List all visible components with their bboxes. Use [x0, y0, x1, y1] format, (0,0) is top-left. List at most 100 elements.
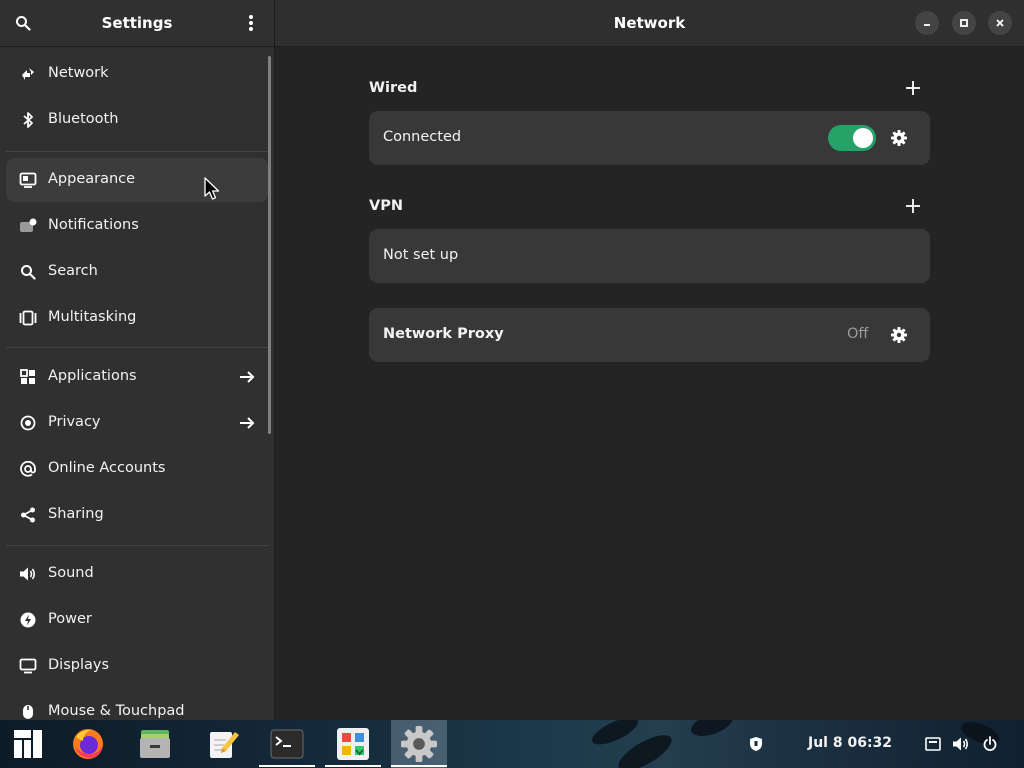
- network-proxy-status: Off: [847, 326, 869, 342]
- sidebar-item-label: Notifications: [48, 217, 139, 233]
- text-editor-launcher[interactable]: [196, 720, 252, 768]
- sidebar-item-online-accounts[interactable]: Online Accounts: [6, 447, 268, 491]
- wallpaper-shape: [588, 720, 642, 750]
- power-off-icon: [983, 736, 997, 751]
- files-launcher[interactable]: [127, 720, 183, 768]
- proxy-settings-button[interactable]: [888, 324, 910, 346]
- network-proxy-row[interactable]: Network Proxy Off: [369, 308, 930, 362]
- sidebar-header: Settings: [0, 0, 274, 47]
- sidebar-item-label: Search: [48, 263, 98, 279]
- maximize-icon: [960, 19, 968, 27]
- firefox-launcher[interactable]: [60, 720, 116, 768]
- sidebar-item-label: Mouse & Touchpad: [48, 703, 185, 719]
- sidebar-divider: [6, 151, 268, 152]
- sidebar-scrollbar[interactable]: [268, 56, 271, 434]
- vpn-row: Not set up: [369, 229, 930, 283]
- sidebar-item-search[interactable]: Search: [6, 250, 268, 294]
- sidebar-item-label: Power: [48, 611, 92, 627]
- network-tray-button[interactable]: [924, 735, 942, 753]
- add-vpn-button[interactable]: [901, 194, 925, 218]
- notifications-icon: [18, 216, 38, 236]
- taskbar: Jul 8 06:32: [0, 720, 1024, 768]
- bluetooth-icon: [18, 110, 38, 130]
- terminal-launcher[interactable]: [259, 720, 315, 768]
- sidebar-item-notifications[interactable]: Notifications: [6, 204, 268, 248]
- minimize-icon: [924, 24, 930, 26]
- network-icon: [18, 64, 38, 84]
- sidebar-item-label: Network: [48, 65, 109, 81]
- files-icon: [140, 730, 170, 758]
- settings-sidebar: Settings Network Bluetooth Appearance No…: [0, 0, 275, 720]
- manjaro-menu-button[interactable]: [0, 720, 56, 768]
- search-icon: [18, 262, 38, 282]
- wired-toggle-switch[interactable]: [828, 125, 876, 151]
- maximize-button[interactable]: [952, 11, 976, 35]
- wired-settings-button[interactable]: [888, 127, 910, 149]
- shield-icon: [750, 737, 762, 751]
- sidebar-item-sharing[interactable]: Sharing: [6, 493, 268, 537]
- arrow-right-icon: [240, 417, 255, 429]
- text-editor-icon: [210, 732, 239, 758]
- sidebar-item-label: Applications: [48, 368, 137, 384]
- plus-icon: [906, 199, 920, 213]
- main-menu-button[interactable]: [238, 10, 264, 36]
- running-indicator: [259, 765, 315, 767]
- volume-tray-button[interactable]: [952, 735, 970, 753]
- settings-launcher[interactable]: [391, 720, 447, 768]
- wired-section-title: Wired: [369, 80, 418, 96]
- power-tray-button[interactable]: [981, 735, 999, 753]
- sidebar-item-bluetooth[interactable]: Bluetooth: [6, 98, 268, 142]
- sidebar-item-label: Bluetooth: [48, 111, 119, 127]
- sidebar-item-label: Multitasking: [48, 309, 137, 325]
- sharing-icon: [18, 505, 38, 525]
- sidebar-item-label: Appearance: [48, 171, 136, 187]
- add-wired-button[interactable]: [901, 76, 925, 100]
- running-indicator: [325, 765, 381, 767]
- wired-connection-row: Connected: [369, 111, 930, 165]
- kebab-menu-icon: [249, 15, 253, 31]
- vpn-section-title: VPN: [369, 198, 403, 214]
- running-indicator: [391, 765, 447, 767]
- terminal-icon: [270, 729, 304, 759]
- security-tray-button[interactable]: [747, 735, 765, 753]
- sidebar-item-appearance[interactable]: Appearance: [6, 158, 268, 202]
- sidebar-item-power[interactable]: Power: [6, 598, 268, 642]
- applications-icon: [18, 367, 38, 387]
- sidebar-item-network[interactable]: Network: [6, 52, 268, 96]
- software-launcher[interactable]: [325, 720, 381, 768]
- volume-icon: [953, 737, 969, 751]
- sidebar-item-applications[interactable]: Applications: [6, 355, 268, 399]
- sidebar-title: Settings: [101, 14, 173, 32]
- settings-icon: [401, 726, 437, 762]
- sidebar-item-label: Online Accounts: [48, 460, 166, 476]
- clock[interactable]: Jul 8 06:32: [808, 735, 892, 751]
- sidebar-item-multitasking[interactable]: Multitasking: [6, 296, 268, 340]
- mouse-icon: [18, 702, 38, 720]
- wired-connection-status: Connected: [383, 129, 462, 145]
- sidebar-item-mouse-touchpad[interactable]: Mouse & Touchpad: [6, 690, 268, 720]
- sidebar-item-label: Sharing: [48, 506, 104, 522]
- sidebar-item-displays[interactable]: Displays: [6, 644, 268, 688]
- gear-icon: [891, 130, 907, 146]
- software-icon: [337, 728, 369, 760]
- close-button[interactable]: [988, 11, 1012, 35]
- arrow-right-icon: [240, 371, 255, 383]
- plus-icon: [906, 81, 920, 95]
- firefox-icon: [73, 729, 103, 759]
- network-page: Wired Connected VPN Not set up Network P…: [275, 47, 1024, 720]
- power-icon: [18, 610, 38, 630]
- main-header: Network: [275, 0, 1024, 47]
- appearance-icon: [18, 170, 38, 190]
- sidebar-divider: [6, 347, 268, 348]
- wired-network-icon: [925, 737, 941, 751]
- sidebar-item-sound[interactable]: Sound: [6, 552, 268, 596]
- minimize-button[interactable]: [915, 11, 939, 35]
- sidebar-divider: [6, 545, 268, 546]
- sidebar-item-label: Displays: [48, 657, 110, 673]
- wallpaper-shape: [687, 720, 737, 741]
- displays-icon: [18, 656, 38, 676]
- sidebar-item-label: Privacy: [48, 414, 101, 430]
- multitasking-icon: [18, 308, 38, 328]
- toggle-knob: [853, 128, 873, 148]
- sidebar-item-privacy[interactable]: Privacy: [6, 401, 268, 445]
